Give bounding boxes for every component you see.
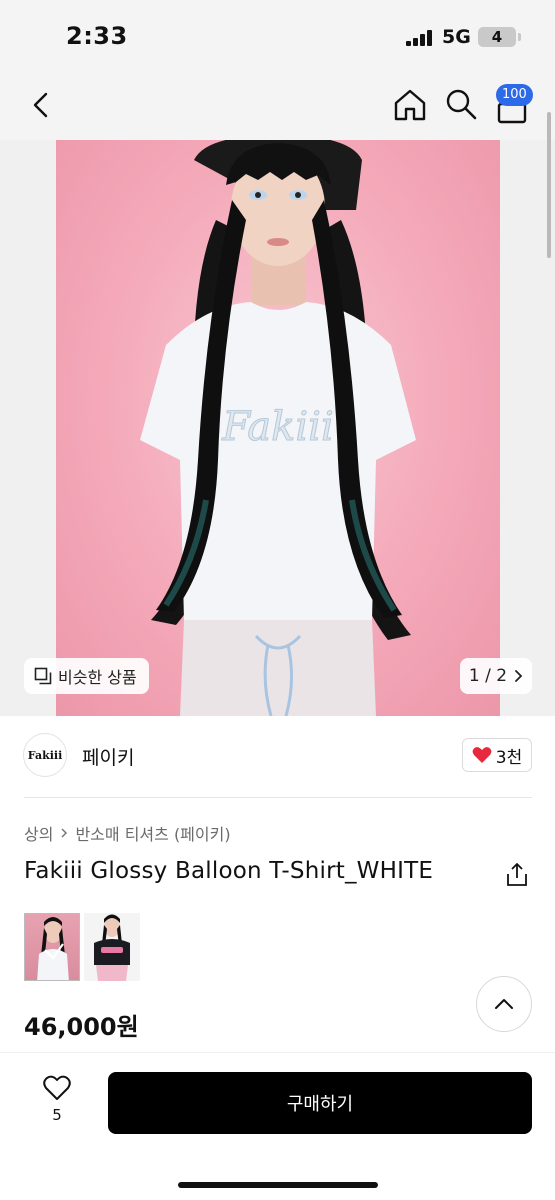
battery-tip	[518, 33, 521, 41]
network-label: 5G	[442, 26, 471, 48]
svg-text:Fakiii: Fakiii	[221, 404, 334, 450]
chevron-right-icon	[515, 670, 523, 682]
seller-name[interactable]: 페이키	[82, 743, 134, 770]
status-time: 2:33	[66, 22, 128, 50]
thumbnail-image	[94, 914, 130, 981]
breadcrumb-subcategory[interactable]: 반소매 티셔츠 (페이키)	[75, 821, 230, 845]
breadcrumb-category[interactable]: 상의	[24, 821, 53, 845]
chevron-right-icon	[61, 828, 68, 838]
bottom-bar-divider	[0, 1052, 555, 1053]
back-icon[interactable]	[26, 88, 56, 122]
breadcrumb: 상의 반소매 티셔츠 (페이키)	[24, 821, 231, 845]
cart-count-badge: 100	[496, 84, 533, 106]
divider	[24, 797, 532, 798]
image-pager[interactable]: 1 / 2	[460, 658, 532, 694]
status-bar: 2:33 5G 4	[0, 0, 555, 70]
product-photo: Fakiii	[56, 140, 500, 716]
home-indicator	[178, 1182, 378, 1188]
page-scrollbar[interactable]	[547, 112, 551, 258]
search-icon[interactable]	[444, 87, 478, 121]
heart-filled-icon	[472, 747, 492, 763]
heart-outline-icon	[43, 1075, 71, 1100]
chevron-up-icon	[495, 999, 513, 1009]
seller-like-button[interactable]: 3천	[462, 738, 532, 772]
home-icon[interactable]	[392, 87, 428, 123]
product-title: Fakiii Glossy Balloon T-Shirt_WHITE	[24, 858, 434, 884]
model-illustration: Fakiii	[140, 140, 416, 716]
top-nav: 100	[0, 70, 555, 140]
buy-button[interactable]: 구매하기	[108, 1072, 532, 1134]
thumbnail-image	[37, 917, 69, 980]
similar-items-icon	[34, 667, 52, 685]
similar-products-label: 비슷한 상품	[58, 668, 137, 687]
thumbnail-black-shirt[interactable]	[84, 913, 140, 981]
product-price: 46,000원	[24, 1013, 139, 1041]
wishlist-button[interactable]: 5	[34, 1074, 80, 1130]
product-image-carousel[interactable]: Fakiii	[0, 140, 555, 716]
battery-icon: 4	[478, 27, 516, 47]
seller-logo[interactable]: Fakiii	[23, 733, 67, 777]
thumbnail-white-shirt[interactable]	[24, 913, 80, 981]
signal-icon	[406, 30, 434, 46]
share-icon[interactable]	[505, 862, 529, 888]
scroll-to-top-button[interactable]	[476, 976, 532, 1032]
seller-logo-text: Fakiii	[27, 748, 63, 762]
seller-like-count: 3천	[495, 747, 523, 768]
wishlist-count: 5	[52, 1106, 62, 1124]
similar-products-button[interactable]: 비슷한 상품	[24, 658, 149, 694]
pager-text: 1 / 2	[468, 666, 508, 686]
